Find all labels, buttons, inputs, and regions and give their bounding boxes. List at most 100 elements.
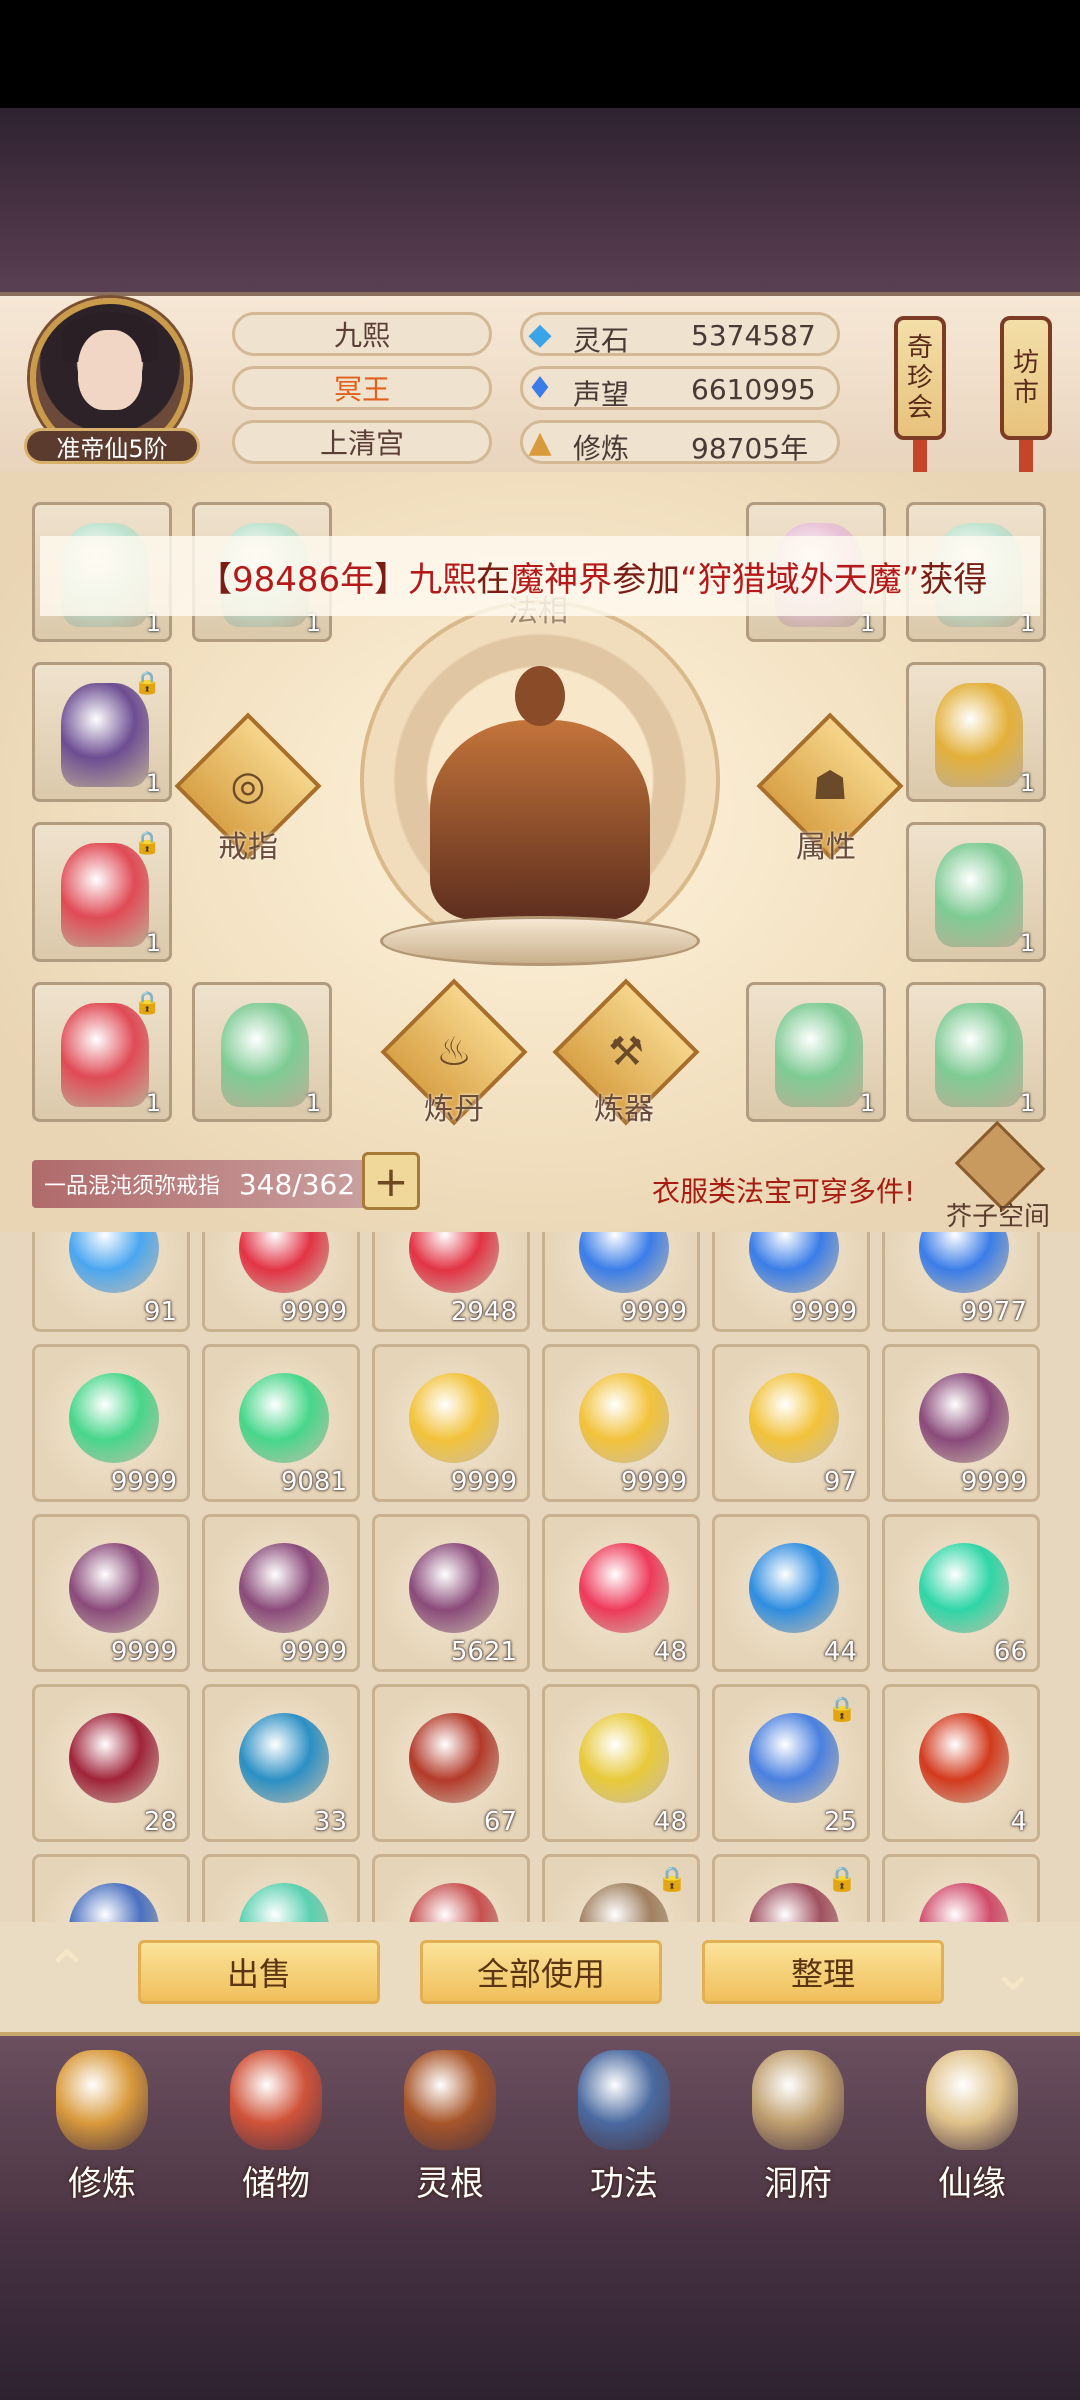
item-count: 66 [993,1637,1027,1667]
stat-label: 修炼 [573,432,630,465]
inventory-item[interactable]: 9977 [882,1232,1040,1332]
equipment-slot[interactable]: 1 [906,982,1046,1122]
storage-ring-name: 一品混沌须弥戒指 [44,1174,221,1199]
inventory-item[interactable]: 9999 [882,1344,1040,1502]
inventory-item[interactable]: 9999 [542,1232,700,1332]
inventory-item[interactable]: 9999 [32,1514,190,1672]
inventory-item[interactable]: 48 [542,1684,700,1842]
market-button[interactable]: 坊市 [1000,316,1052,440]
item-count: 5621 [450,1637,517,1667]
sell-button[interactable]: 出售 [138,1940,380,2004]
treasure-fair-button[interactable]: 奇珍会 [894,316,946,440]
item-icon [749,1713,839,1803]
scroll-down-arrow-icon[interactable]: ⌄ [968,1939,1058,2004]
item-icon [239,1543,329,1633]
item-icon [919,1883,1009,1922]
equipment-slot[interactable]: 1 🔒 [32,822,172,962]
inventory-item[interactable]: 66 [882,1514,1040,1672]
inventory-item[interactable]: 5621 [372,1514,530,1672]
inventory-item[interactable]: 9999 [202,1514,360,1672]
equipment-item-art [935,683,1023,787]
inventory-item[interactable]: 9999 [712,1232,870,1332]
nav-icon [404,2050,496,2150]
lock-icon: 🔒 [133,831,161,856]
inventory-item[interactable]: 25 🔒 [712,1684,870,1842]
lantern-label: 奇珍会 [906,333,933,423]
inventory-item[interactable]: 28 [32,1684,190,1842]
nav-item[interactable]: 灵根 [370,2040,530,2210]
item-count: 9977 [960,1297,1027,1327]
nav-item[interactable]: 仙缘 [892,2040,1052,2210]
sort-button[interactable]: 整理 [702,1940,944,2004]
item-count: 9999 [790,1297,857,1327]
nav-label: 仙缘 [938,2164,1006,2204]
top-background [0,108,1080,296]
bottom-background [0,2210,1080,2400]
inventory-item[interactable]: 33 [202,1684,360,1842]
ticker-text: 获得 [919,559,988,600]
item-count: 48 [653,1637,687,1667]
nav-item[interactable]: 功法 [544,2040,704,2210]
status-bar [0,0,1080,108]
slot-count: 1 [1019,1089,1035,1117]
inventory-item[interactable]: 2948 [372,1232,530,1332]
equipment-item-art [221,1003,309,1107]
inventory-item[interactable]: 9081 [202,1344,360,1502]
spirit-stone-icon: ◆ [528,316,552,352]
inventory-item[interactable]: 91 [32,1232,190,1332]
inventory-item[interactable]: 🔒 [712,1854,870,1922]
figure-pedestal [380,916,700,966]
stat-value: 98705年 [691,432,809,465]
item-grid[interactable]: 91 9999 2948 9999 9999 9977 9999 9081 9999 9999 97… [0,1232,1080,1922]
item-icon [579,1543,669,1633]
forging-label: 炼器 [594,1092,654,1127]
inventory-item[interactable] [202,1854,360,1922]
inventory-item[interactable]: 9999 [372,1344,530,1502]
item-icon [919,1543,1009,1633]
inventory-item[interactable]: 48 [542,1514,700,1672]
item-count: 44 [823,1637,857,1667]
equipment-slot[interactable]: 1 [746,982,886,1122]
inventory-item[interactable]: 97 [712,1344,870,1502]
item-icon [919,1232,1009,1293]
ticker-event: “狩猎域外天魔” [680,559,920,600]
nav-item[interactable]: 洞府 [718,2040,878,2210]
item-icon [409,1373,499,1463]
nav-icon [578,2050,670,2150]
equipment-slot[interactable]: 1 🔒 [32,662,172,802]
mustard-space-label[interactable]: 芥子空间 [946,1196,1050,1233]
scroll-up-arrow-icon[interactable]: ⌃ [22,1939,112,2004]
item-count: 91 [143,1297,177,1327]
inventory-item[interactable]: 🔒 [542,1854,700,1922]
equipment-slot[interactable]: 1 [192,982,332,1122]
ticker-year: 98486年 [232,559,375,600]
equipment-slot[interactable]: 1 [906,662,1046,802]
expand-storage-button[interactable]: + [362,1152,420,1210]
equipment-slot[interactable]: 1 [906,822,1046,962]
inventory-item[interactable] [372,1854,530,1922]
nav-item[interactable]: 修炼 [22,2040,182,2210]
inventory-item[interactable] [32,1854,190,1922]
nav-icon [752,2050,844,2150]
use-all-button[interactable]: 全部使用 [420,1940,662,2004]
item-count: 9999 [110,1467,177,1497]
equipment-item-art [775,1003,863,1107]
inventory-item[interactable]: 4 [882,1684,1040,1842]
item-count: 9999 [450,1467,517,1497]
inventory-item[interactable]: 9999 [542,1344,700,1502]
nav-icon [56,2050,148,2150]
inventory-item[interactable]: 9999 [202,1232,360,1332]
item-count: 9999 [280,1637,347,1667]
item-icon [579,1373,669,1463]
equipment-item-art [61,683,149,787]
inventory-item[interactable] [882,1854,1040,1922]
equipment-slot[interactable]: 1 🔒 [32,982,172,1122]
inventory-item[interactable]: 9999 [32,1344,190,1502]
inventory-item[interactable]: 44 [712,1514,870,1672]
nav-label: 灵根 [416,2164,484,2204]
stat-prestige: ♦ 声望 6610995 [520,366,840,411]
inventory-item[interactable]: 67 [372,1684,530,1842]
nav-item[interactable]: 储物 [196,2040,356,2210]
stat-value: 6610995 [691,373,816,406]
item-icon [749,1232,839,1293]
